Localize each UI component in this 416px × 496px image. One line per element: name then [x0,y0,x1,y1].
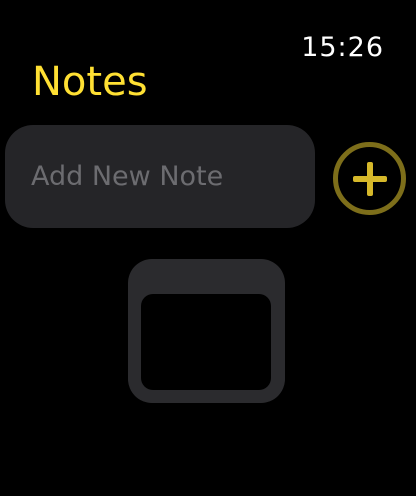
add-note-button[interactable] [333,142,406,215]
add-new-note-input[interactable]: Add New Note [5,125,315,228]
page-title: Notes [32,59,148,105]
plus-icon [352,161,387,196]
add-new-note-placeholder: Add New Note [31,161,224,192]
note-window-icon [128,259,285,403]
note-window-inner [141,294,271,390]
status-time: 15:26 [301,32,384,63]
